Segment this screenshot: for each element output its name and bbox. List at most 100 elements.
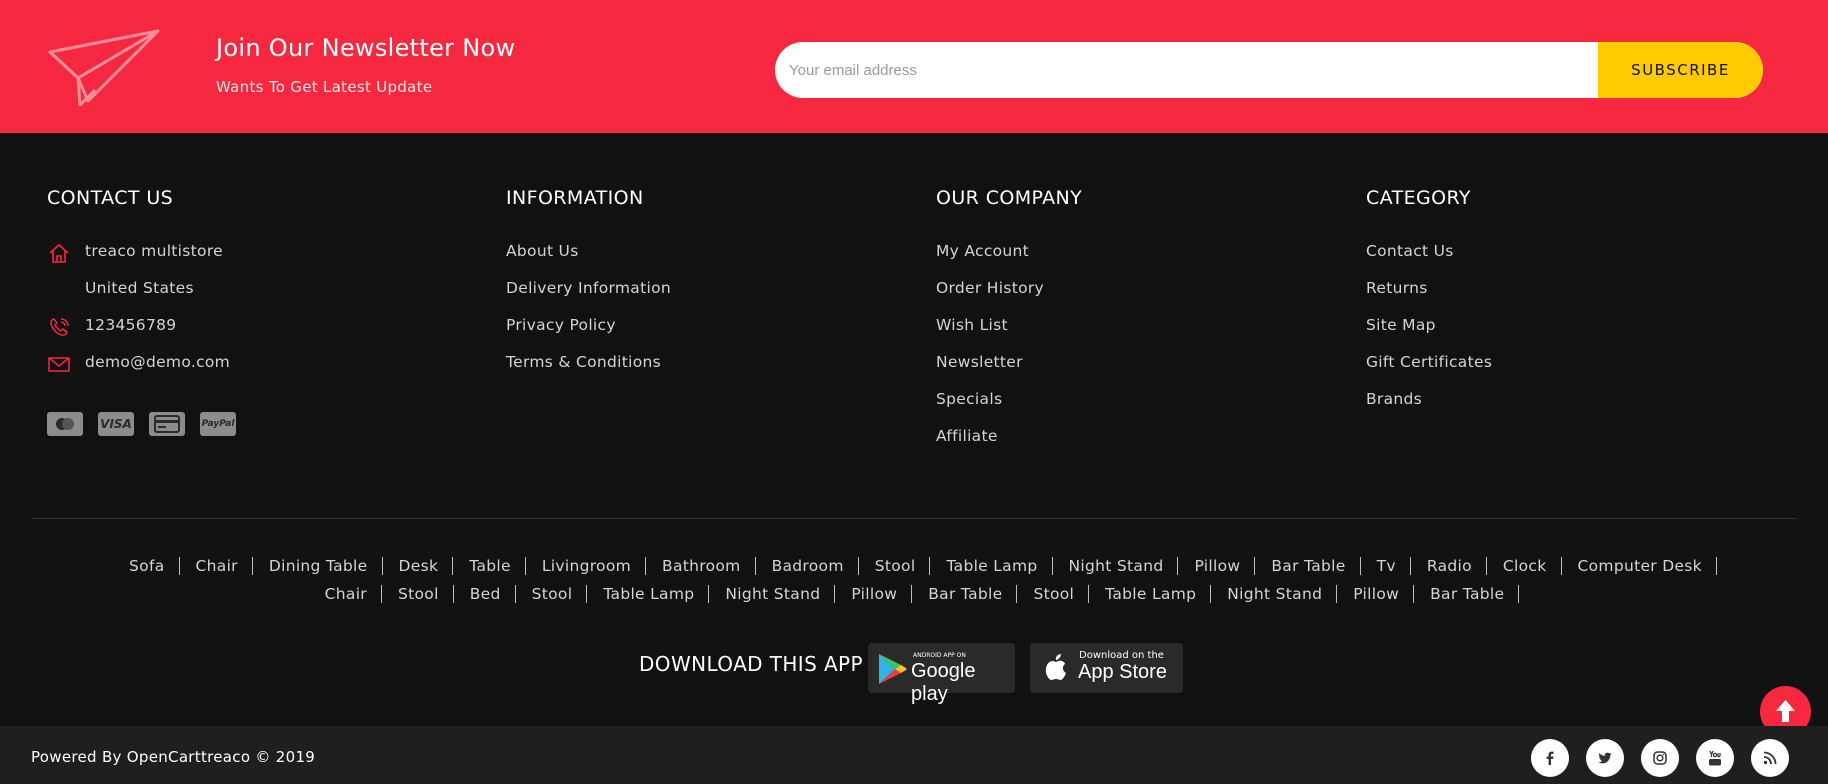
- tag-link[interactable]: Stool: [1017, 585, 1090, 603]
- tag-link[interactable]: Stool: [516, 585, 588, 603]
- tag-link[interactable]: Bathroom: [646, 557, 756, 575]
- company-column: OUR COMPANY My Account Order History Wis…: [936, 187, 1082, 460]
- newsletter-title: Join Our Newsletter Now: [216, 34, 516, 62]
- tag-link[interactable]: Pillow: [835, 585, 913, 603]
- tag-link[interactable]: Night Stand: [1211, 585, 1338, 603]
- category-link-label[interactable]: Site Map: [1366, 316, 1436, 334]
- contact-country-row: United States: [47, 275, 230, 312]
- mail-icon: [48, 357, 70, 372]
- tag-link[interactable]: Computer Desk: [1562, 557, 1717, 575]
- company-link-label[interactable]: Affiliate: [936, 427, 998, 445]
- tag-link[interactable]: Pillow: [1337, 585, 1415, 603]
- arrow-up-icon: [1776, 700, 1795, 722]
- tag-link[interactable]: Badroom: [756, 557, 859, 575]
- payment-methods: VISA PayPal: [47, 412, 236, 436]
- google-play-small-text: ANDROID APP ON: [913, 652, 966, 659]
- visa-label: VISA: [100, 417, 132, 431]
- company-link-my-account[interactable]: My Account: [936, 238, 1082, 275]
- paypal-icon: PayPal: [200, 412, 236, 436]
- company-link-label[interactable]: Specials: [936, 390, 1002, 408]
- category-link-gift-certificates[interactable]: Gift Certificates: [1366, 349, 1492, 386]
- info-link-label[interactable]: Privacy Policy: [506, 316, 616, 334]
- tag-link[interactable]: Bar Table: [1414, 585, 1520, 603]
- company-link-newsletter[interactable]: Newsletter: [936, 349, 1082, 386]
- category-link-site-map[interactable]: Site Map: [1366, 312, 1492, 349]
- email-input[interactable]: [775, 42, 1598, 98]
- rss-icon[interactable]: [1751, 739, 1789, 777]
- google-play-badge[interactable]: ANDROID APP ON Google play: [868, 643, 1015, 705]
- company-link-affiliate[interactable]: Affiliate: [936, 423, 1082, 460]
- tag-link[interactable]: Stool: [382, 585, 454, 603]
- tag-link[interactable]: Desk: [383, 557, 454, 575]
- company-link-order-history[interactable]: Order History: [936, 275, 1082, 312]
- newsletter-band: Join Our Newsletter Now Wants To Get Lat…: [0, 0, 1828, 133]
- tag-row-2: Chair Stool Bed Stool Table Lamp Night S…: [0, 585, 1828, 603]
- google-play-icon: [879, 654, 907, 684]
- instagram-icon[interactable]: [1641, 739, 1679, 777]
- paper-plane-icon: [48, 29, 160, 106]
- newsletter-subtitle: Wants To Get Latest Update: [216, 78, 433, 96]
- contact-email[interactable]: demo@demo.com: [85, 353, 230, 371]
- category-link-label[interactable]: Brands: [1366, 390, 1422, 408]
- tag-link[interactable]: Chair: [180, 557, 253, 575]
- info-link-terms[interactable]: Terms & Conditions: [506, 349, 671, 386]
- tag-link[interactable]: Table Lamp: [587, 585, 710, 603]
- app-store-badge[interactable]: Download on the App Store: [1030, 643, 1183, 693]
- tag-link[interactable]: Dining Table: [253, 557, 383, 575]
- tag-link[interactable]: Clock: [1487, 557, 1562, 575]
- paypal-label: PayPal: [201, 419, 235, 429]
- contact-country: United States: [85, 279, 194, 297]
- visa-icon: VISA: [98, 412, 134, 436]
- category-link-label[interactable]: Gift Certificates: [1366, 353, 1492, 371]
- category-column: CATEGORY Contact Us Returns Site Map Gif…: [1366, 187, 1492, 423]
- tag-link[interactable]: Table Lamp: [930, 557, 1053, 575]
- tag-link[interactable]: Bar Table: [1255, 557, 1361, 575]
- app-store-small-text: Download on the: [1079, 650, 1164, 661]
- tag-link[interactable]: Night Stand: [709, 585, 836, 603]
- tag-link[interactable]: Bar Table: [912, 585, 1018, 603]
- company-link-wish-list[interactable]: Wish List: [936, 312, 1082, 349]
- company-link-label[interactable]: Wish List: [936, 316, 1008, 334]
- company-link-label[interactable]: Order History: [936, 279, 1044, 297]
- tag-link[interactable]: Stool: [859, 557, 931, 575]
- tag-link[interactable]: Chair: [309, 585, 382, 603]
- info-link-label[interactable]: Terms & Conditions: [506, 353, 661, 371]
- category-link-returns[interactable]: Returns: [1366, 275, 1492, 312]
- category-heading: CATEGORY: [1366, 187, 1471, 209]
- tag-link[interactable]: Livingroom: [526, 557, 647, 575]
- subscribe-button[interactable]: SUBSCRIBE: [1598, 42, 1763, 98]
- apple-icon: [1045, 654, 1066, 680]
- category-link-brands[interactable]: Brands: [1366, 386, 1492, 423]
- info-link-label[interactable]: About Us: [506, 242, 579, 260]
- home-icon: [49, 243, 69, 263]
- info-link-about-us[interactable]: About Us: [506, 238, 671, 275]
- twitter-icon[interactable]: [1586, 739, 1624, 777]
- footer-divider: [31, 518, 1797, 519]
- social-links: [1531, 739, 1789, 777]
- tag-link[interactable]: Table Lamp: [1089, 585, 1212, 603]
- company-link-label[interactable]: My Account: [936, 242, 1029, 260]
- category-link-contact-us[interactable]: Contact Us: [1366, 238, 1492, 275]
- information-column: INFORMATION About Us Delivery Informatio…: [506, 187, 671, 386]
- company-link-label[interactable]: Newsletter: [936, 353, 1023, 371]
- tag-row-1: Sofa Chair Dining Table Desk Table Livin…: [0, 557, 1828, 575]
- tag-link[interactable]: Tv: [1361, 557, 1411, 575]
- youtube-icon[interactable]: [1696, 739, 1734, 777]
- info-link-privacy[interactable]: Privacy Policy: [506, 312, 671, 349]
- app-store-big-text: App Store: [1078, 661, 1167, 683]
- category-link-label[interactable]: Contact Us: [1366, 242, 1454, 260]
- tag-link[interactable]: Bed: [454, 585, 516, 603]
- tag-link[interactable]: Night Stand: [1053, 557, 1179, 575]
- tag-link[interactable]: Table: [453, 557, 526, 575]
- category-link-label[interactable]: Returns: [1366, 279, 1428, 297]
- company-link-specials[interactable]: Specials: [936, 386, 1082, 423]
- info-link-label[interactable]: Delivery Information: [506, 279, 671, 297]
- tag-link[interactable]: Sofa: [113, 557, 180, 575]
- contact-email-row: demo@demo.com: [47, 349, 230, 386]
- credit-card-icon: [149, 412, 185, 436]
- tag-link[interactable]: Pillow: [1178, 557, 1256, 575]
- copyright-text: Powered By OpenCarttreaco © 2019: [31, 748, 316, 766]
- info-link-delivery[interactable]: Delivery Information: [506, 275, 671, 312]
- facebook-icon[interactable]: [1531, 739, 1569, 777]
- tag-link[interactable]: Radio: [1411, 557, 1487, 575]
